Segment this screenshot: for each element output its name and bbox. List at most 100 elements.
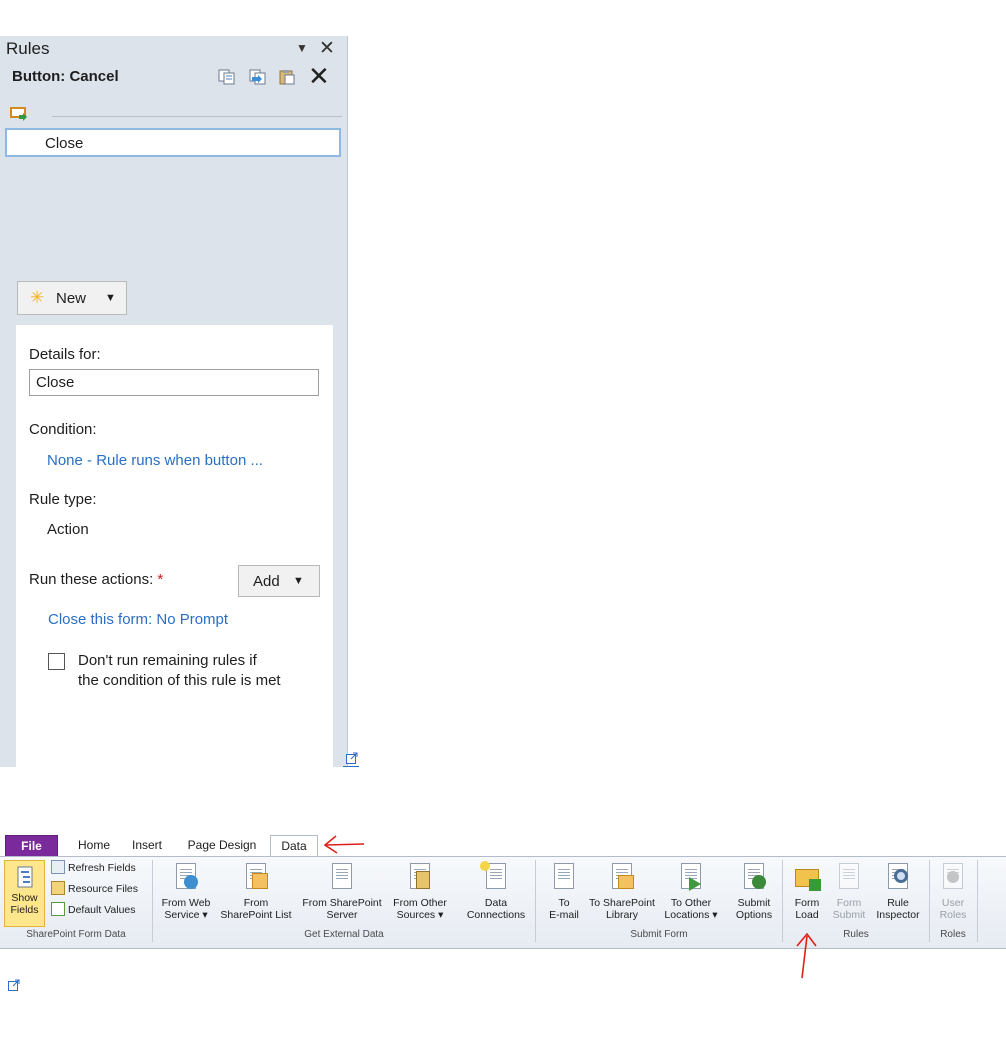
new-button-label: New — [56, 290, 87, 307]
sharepoint-library-icon — [606, 861, 638, 893]
form-submit-icon — [833, 861, 865, 893]
delete-rule-icon[interactable]: ✕ — [308, 63, 330, 89]
show-fields-icon — [17, 866, 32, 888]
refresh-fields-icon — [51, 860, 65, 874]
default-values-icon — [51, 902, 65, 916]
from-sharepoint-server-button[interactable]: From SharePoint Server — [299, 861, 385, 921]
group-label-submit-form: Submit Form — [630, 929, 688, 940]
annotation-arrow-form-load — [796, 932, 817, 979]
tab-data[interactable]: Data — [270, 835, 318, 857]
btn-line1: Rule — [887, 897, 909, 909]
rule-inspector-button[interactable]: Rule Inspector — [870, 861, 926, 921]
show-fields-line1: Show — [11, 892, 38, 904]
rule-name-field[interactable]: Close — [29, 369, 319, 396]
tab-home[interactable]: Home — [74, 835, 114, 857]
form-load-button[interactable]: Form Load — [787, 861, 827, 921]
new-star-icon: ✳ — [30, 288, 45, 307]
add-button-label: Add — [253, 573, 280, 590]
sharepoint-server-icon — [326, 861, 358, 893]
add-action-button[interactable]: Add ▼ — [238, 565, 320, 597]
to-sharepoint-library-button[interactable]: To SharePoint Library — [584, 861, 660, 921]
rule-separator — [52, 116, 342, 117]
from-sharepoint-list-button[interactable]: From SharePoint List — [216, 861, 296, 921]
paste-rule-icon[interactable] — [249, 69, 267, 85]
to-email-button[interactable]: To E-mail — [541, 861, 587, 921]
from-web-service-button[interactable]: From Web Service ▾ — [157, 861, 215, 921]
btn-line2: Locations ▾ — [664, 909, 718, 921]
chevron-down-icon: ▼ — [293, 575, 304, 587]
form-load-icon — [791, 861, 823, 893]
refresh-fields-button[interactable]: Refresh Fields — [51, 860, 136, 876]
btn-line1: Form — [794, 897, 820, 909]
btn-line1: Form — [836, 897, 862, 909]
group-label-roles: Roles — [940, 929, 966, 940]
btn-line1: Data — [484, 897, 508, 909]
external-link-icon[interactable] — [8, 979, 20, 991]
group-label-sharepoint-form-data: SharePoint Form Data — [26, 929, 126, 940]
rule-list-item[interactable]: Close — [5, 128, 341, 157]
rules-pane: Rules ▼ ✕ Button: Cancel ✕ Close ✳ New ▼… — [0, 36, 348, 767]
btn-line2: Load — [795, 909, 819, 921]
btn-line2: Options — [735, 909, 773, 921]
condition-label: Condition: — [29, 421, 97, 438]
pane-close-icon[interactable]: ✕ — [319, 37, 335, 60]
copy-icon[interactable] — [218, 69, 236, 85]
refresh-fields-label: Refresh Fields — [68, 862, 136, 874]
btn-line2: Connections — [466, 909, 526, 921]
btn-line1: From — [243, 897, 269, 909]
clipboard-icon[interactable] — [278, 69, 296, 85]
external-link-icon[interactable] — [346, 752, 358, 764]
email-icon — [548, 861, 580, 893]
stop-rules-line1: Don't run remaining rules if — [78, 652, 257, 669]
tab-insert[interactable]: Insert — [127, 835, 167, 857]
details-for-label: Details for: — [29, 346, 101, 363]
other-sources-icon — [404, 861, 436, 893]
btn-line2: Service ▾ — [164, 909, 208, 921]
resource-files-button[interactable]: Resource Files — [51, 881, 138, 897]
btn-line2: Sources ▾ — [396, 909, 444, 921]
form-submit-button[interactable]: Form Submit — [828, 861, 870, 921]
annotation-arrow-data-tab — [323, 835, 365, 854]
show-fields-button[interactable]: Show Fields — [4, 860, 45, 927]
default-values-label: Default Values — [68, 904, 136, 916]
run-actions-label: Run these actions: * — [29, 571, 163, 588]
tab-page-design[interactable]: Page Design — [183, 835, 261, 857]
rule-inspector-icon — [882, 861, 914, 893]
ribbon-tabs: File Home Insert Page Design Data — [0, 835, 1006, 857]
pane-menu-arrow-icon[interactable]: ▼ — [296, 41, 308, 55]
tab-file[interactable]: File — [5, 835, 58, 857]
submit-options-button[interactable]: Submit Options — [730, 861, 778, 921]
btn-line1: To Other — [670, 897, 712, 909]
rule-type-value: Action — [47, 521, 89, 538]
condition-link[interactable]: None - Rule runs when button ... — [47, 452, 263, 469]
btn-line2: SharePoint List — [220, 909, 292, 921]
action-link[interactable]: Close this form: No Prompt — [48, 611, 228, 628]
other-locations-icon — [675, 861, 707, 893]
required-mark: * — [157, 571, 164, 588]
run-actions-text: Run these actions: — [29, 571, 154, 588]
stop-rules-checkbox[interactable] — [48, 653, 65, 670]
data-connections-button[interactable]: Data Connections — [462, 861, 530, 921]
btn-line1: User — [941, 897, 965, 909]
btn-line2: Library — [605, 909, 639, 921]
to-other-locations-button[interactable]: To Other Locations ▾ — [660, 861, 722, 921]
from-other-sources-button[interactable]: From Other Sources ▾ — [386, 861, 454, 921]
btn-line1: Submit — [737, 897, 771, 909]
new-rule-button[interactable]: ✳ New ▼ — [17, 281, 127, 315]
rule-details-panel: Details for: Close Condition: None - Rul… — [16, 325, 333, 767]
stop-rules-line2: the condition of this rule is met — [78, 672, 281, 689]
btn-line2: Server — [326, 909, 358, 921]
stop-rules-label: Don't run remaining rules if the conditi… — [78, 651, 281, 691]
group-separator — [977, 860, 978, 942]
btn-line2: Submit — [832, 909, 866, 921]
btn-line1: From SharePoint — [302, 897, 382, 909]
btn-line1: From Other — [393, 897, 447, 909]
btn-line1: To — [558, 897, 570, 909]
resource-files-icon — [51, 881, 65, 895]
data-connections-icon — [480, 861, 512, 893]
sharepoint-list-icon — [240, 861, 272, 893]
link-underline — [343, 766, 359, 767]
user-roles-button[interactable]: User Roles — [932, 861, 974, 921]
default-values-button[interactable]: Default Values — [51, 902, 136, 918]
submit-options-icon — [738, 861, 770, 893]
